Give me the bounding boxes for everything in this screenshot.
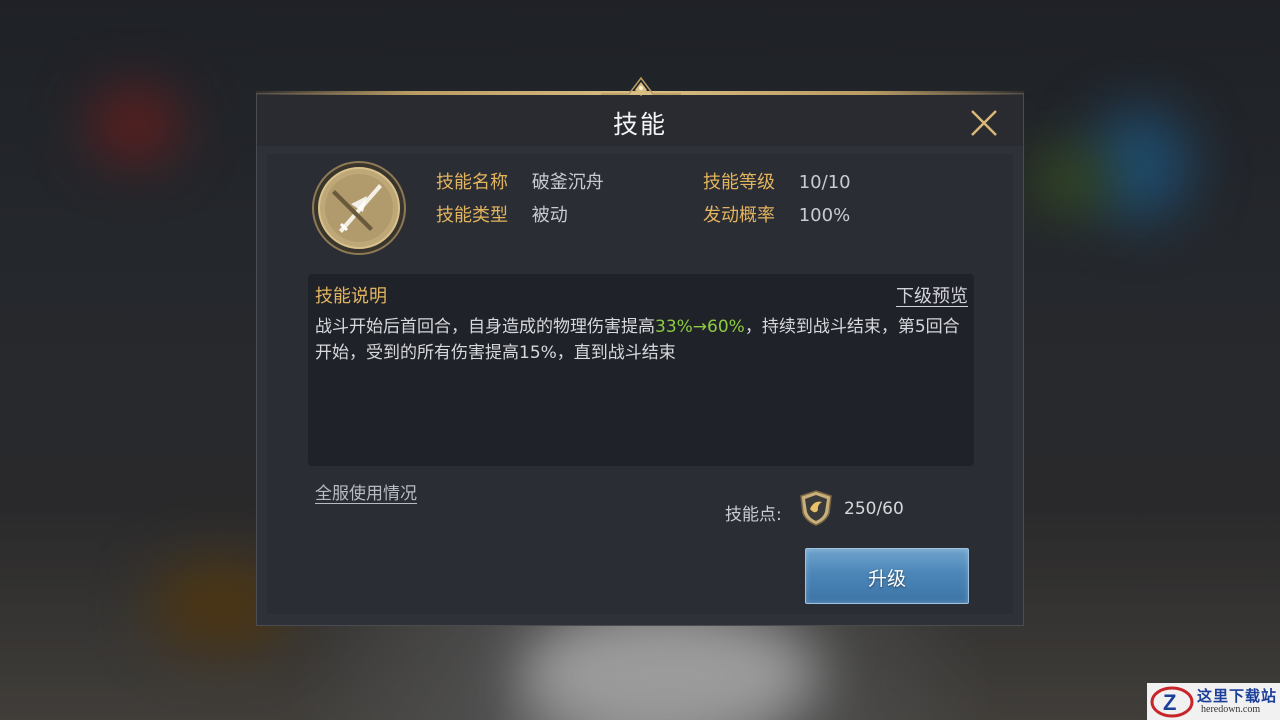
skill-level-label: 技能等级 [703,172,775,193]
damage-boost-highlight: 33%→60% [655,317,745,337]
skill-name-label: 技能名称 [436,172,508,193]
watermark-cn-text: 这里下载站 [1197,687,1278,705]
upgrade-button[interactable]: 升级 [805,548,969,604]
skill-type-value: 被动 [531,205,568,226]
trigger-rate-label: 发动概率 [703,205,775,226]
upgrade-button-label: 升级 [867,568,906,590]
dialog-header: 技能 [257,94,1023,146]
next-level-preview-link[interactable]: 下级预览 [896,282,968,308]
dialog-title: 技能 [612,110,667,139]
trigger-rate-value: 100% [798,205,851,226]
header-crest-ornament [601,76,681,96]
watermark-logo-icon: Z [1150,686,1194,718]
description-panel: 技能说明 下级预览 战斗开始后首回合，自身造成的物理伤害提高33%→60%，持续… [308,274,974,466]
skill-dialog: 技能 技能名称 破釜沉舟 技能类型 被动 技能等级 10/10 发动概率 100… [256,76,1024,626]
skill-level-row: 技能等级 10/10 [703,168,851,194]
skill-name-value: 破釜沉舟 [531,172,604,193]
close-button[interactable] [967,106,1001,140]
shield-emblem-icon [800,490,832,526]
server-usage-link[interactable]: 全服使用情况 [315,479,417,504]
svg-text:Z: Z [1163,690,1176,715]
trigger-rate-row: 发动概率 100% [703,201,850,227]
crossed-swords-icon [312,161,406,255]
skill-type-row: 技能类型 被动 [436,201,568,227]
site-watermark: Z 这里下载站 heredown.com [1147,683,1280,720]
description-title: 技能说明 [315,286,387,307]
skill-name-row: 技能名称 破釜沉舟 [436,168,604,194]
skill-points-value: 250/60 [844,499,904,519]
skill-type-label: 技能类型 [436,205,508,226]
description-text-part1: 战斗开始后首回合，自身造成的物理伤害提高 [315,317,655,337]
watermark-en-text: heredown.com [1201,704,1261,715]
close-x-icon [971,110,997,136]
description-text: 战斗开始后首回合，自身造成的物理伤害提高33%→60%，持续到战斗结束，第5回合… [315,314,967,366]
skill-points-label: 技能点: [725,505,782,525]
skill-level-value: 10/10 [798,172,851,193]
